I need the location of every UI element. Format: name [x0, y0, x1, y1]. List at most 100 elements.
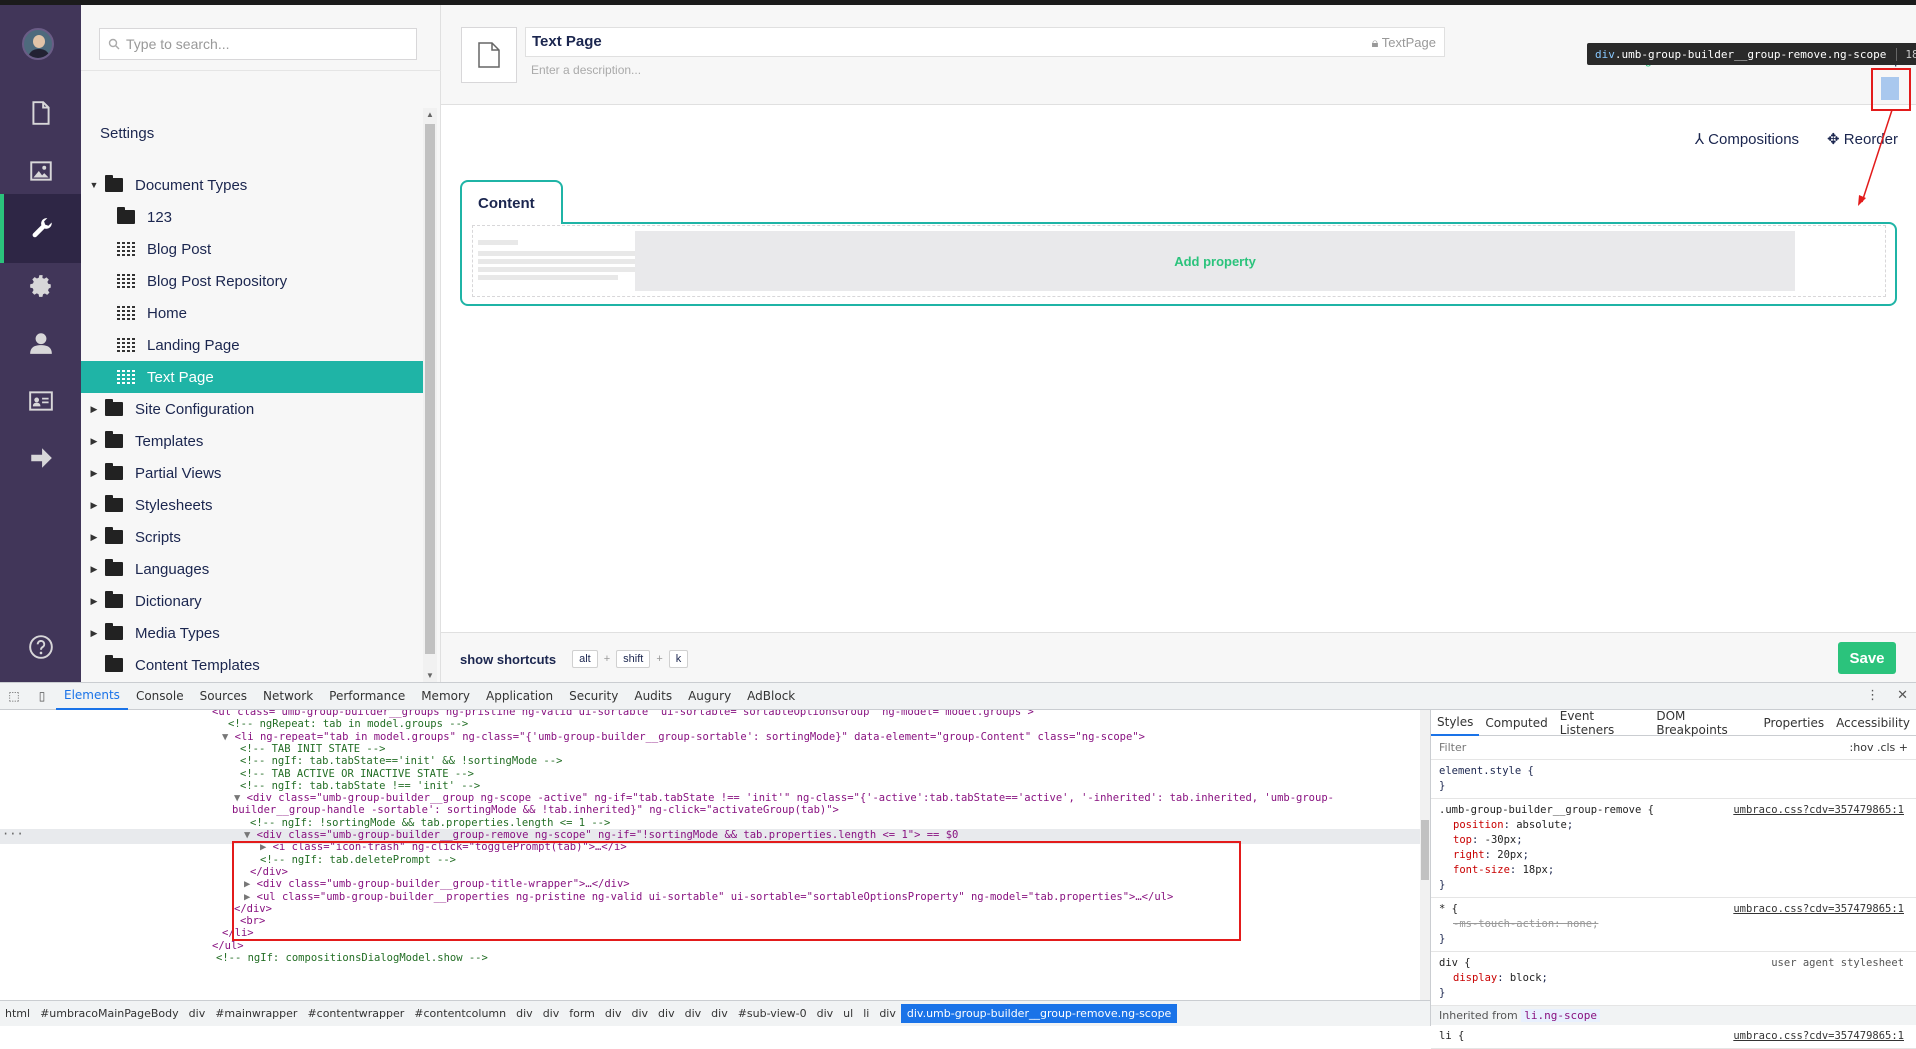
- tree-item[interactable]: 123: [81, 201, 423, 233]
- caret-right-icon[interactable]: ▶: [89, 436, 99, 447]
- css-declaration[interactable]: font-size: 18px;: [1439, 863, 1908, 878]
- inspect-icon[interactable]: ⬚: [0, 683, 28, 710]
- breadcrumb-item[interactable]: div: [653, 1007, 680, 1020]
- tree-item[interactable]: ▶ Partial Views: [81, 457, 423, 489]
- breadcrumb-item[interactable]: ul: [838, 1007, 858, 1020]
- devtools-tab[interactable]: Augury: [680, 683, 739, 710]
- breadcrumb-item[interactable]: div: [538, 1007, 565, 1020]
- breadcrumb-item[interactable]: div: [680, 1007, 707, 1020]
- css-declaration[interactable]: top: -30px;: [1439, 833, 1908, 848]
- tree-search-input[interactable]: Type to search...: [99, 28, 417, 60]
- styles-subtab[interactable]: Computed: [1479, 710, 1553, 736]
- devtools-tab[interactable]: Memory: [413, 683, 478, 710]
- caret-right-icon[interactable]: ▶: [89, 468, 99, 479]
- devtools-tab[interactable]: Security: [561, 683, 626, 710]
- tree-item[interactable]: ▶ Scripts: [81, 521, 423, 553]
- caret-right-icon[interactable]: ▶: [89, 500, 99, 511]
- compositions-button[interactable]: ⅄ Compositions: [1695, 130, 1799, 149]
- expand-down-icon[interactable]: ▼: [222, 731, 235, 743]
- breadcrumb-item[interactable]: div: [511, 1007, 538, 1020]
- close-icon[interactable]: ✕: [1897, 688, 1908, 703]
- add-property-button[interactable]: Add property: [635, 231, 1795, 291]
- stylesheet-link[interactable]: umbraco.css?cdv=357479865:1: [1733, 803, 1904, 818]
- styles-subtab[interactable]: Styles: [1431, 710, 1480, 736]
- css-declaration[interactable]: right: 20px;: [1439, 848, 1908, 863]
- breadcrumb-item[interactable]: #mainwrapper: [210, 1007, 302, 1020]
- tree-item[interactable]: ▶ Stylesheets: [81, 489, 423, 521]
- breadcrumb-item[interactable]: form: [564, 1007, 600, 1020]
- device-toggle-icon[interactable]: ▯: [28, 683, 56, 710]
- caret-right-icon[interactable]: ▶: [89, 628, 99, 639]
- breadcrumb-item[interactable]: html: [0, 1007, 35, 1020]
- breadcrumb-item[interactable]: #contentwrapper: [302, 1007, 409, 1020]
- elements-scrollbar[interactable]: [1420, 710, 1430, 1000]
- nav-forms[interactable]: [0, 423, 81, 492]
- tree-item[interactable]: Home: [81, 297, 423, 329]
- breadcrumb-item[interactable]: #contentcolumn: [409, 1007, 511, 1020]
- filter-tools[interactable]: :hov .cls +: [1850, 741, 1908, 754]
- styles-subtab[interactable]: Accessibility: [1830, 710, 1916, 736]
- tree-item[interactable]: ▶ Templates: [81, 425, 423, 457]
- description-input[interactable]: Enter a description...: [531, 63, 641, 77]
- node-menu-icon[interactable]: ···: [2, 827, 24, 841]
- stylesheet-link[interactable]: umbraco.css?cdv=357479865:1: [1733, 1029, 1904, 1044]
- caret-down-icon[interactable]: ▼: [89, 180, 99, 190]
- tree-item[interactable]: ▶ Dictionary: [81, 585, 423, 617]
- save-button[interactable]: Save: [1838, 642, 1896, 674]
- doctype-alias[interactable]: 🔒︎ TextPage: [1371, 35, 1436, 51]
- li-rule: li { umbraco.css?cdv=357479865:1: [1431, 1025, 1916, 1049]
- devtools-tab[interactable]: Network: [255, 683, 321, 710]
- caret-right-icon[interactable]: ▶: [89, 564, 99, 575]
- stylesheet-link[interactable]: umbraco.css?cdv=357479865:1: [1733, 902, 1904, 917]
- shortcuts[interactable]: show shortcuts alt + shift + k: [460, 650, 694, 668]
- scroll-down-icon[interactable]: ▼: [426, 671, 434, 680]
- styles-filter[interactable]: Filter :hov .cls +: [1431, 736, 1916, 760]
- doctype-icon-picker[interactable]: [461, 27, 517, 83]
- breadcrumb-current[interactable]: div.umb-group-builder__group-remove.ng-s…: [900, 1004, 1178, 1023]
- tree-item[interactable]: Content Templates: [81, 649, 423, 681]
- dom-node-line[interactable]: <!-- ngIf: compositionsDialogModel.show …: [216, 951, 488, 966]
- breadcrumb-item[interactable]: li: [858, 1007, 874, 1020]
- tree-item[interactable]: ▼ Document Types: [81, 169, 423, 201]
- breadcrumb-item[interactable]: div: [706, 1007, 733, 1020]
- scroll-up-icon[interactable]: ▲: [426, 110, 434, 119]
- user-avatar[interactable]: [22, 28, 54, 60]
- breadcrumb-item[interactable]: div: [874, 1007, 901, 1020]
- tree-item[interactable]: Blog Post: [81, 233, 423, 265]
- breadcrumb-item[interactable]: div: [626, 1007, 653, 1020]
- tree-item[interactable]: ▶ Languages: [81, 553, 423, 585]
- devtools-tab[interactable]: AdBlock: [739, 683, 803, 710]
- tree-item-label: Partial Views: [135, 464, 222, 482]
- breadcrumb-item[interactable]: #umbracoMainPageBody: [35, 1007, 184, 1020]
- tab-content[interactable]: Content: [460, 180, 563, 224]
- caret-right-icon[interactable]: ▶: [89, 596, 99, 607]
- devtools-tab[interactable]: Elements: [56, 683, 128, 710]
- styles-subtab[interactable]: Properties: [1758, 710, 1831, 736]
- tree-item[interactable]: ▶ Site Configuration: [81, 393, 423, 425]
- tree-item[interactable]: Blog Post Repository: [81, 265, 423, 297]
- doctype-name-input[interactable]: Text Page 🔒︎ TextPage: [525, 27, 1445, 57]
- css-declaration[interactable]: position: absolute;: [1439, 818, 1908, 833]
- devtools-tab[interactable]: Sources: [192, 683, 255, 710]
- devtools-tab[interactable]: Audits: [626, 683, 680, 710]
- caret-right-icon[interactable]: ▶: [89, 404, 99, 415]
- devtools-tab[interactable]: Console: [128, 683, 192, 710]
- breadcrumb-item[interactable]: div: [600, 1007, 627, 1020]
- devtools-tab[interactable]: Performance: [321, 683, 413, 710]
- breadcrumb-item[interactable]: #sub-view-0: [733, 1007, 812, 1020]
- expand-down-icon[interactable]: ▼: [244, 829, 257, 841]
- devtools-tab[interactable]: Application: [478, 683, 561, 710]
- tree-item[interactable]: ▶ Media Types: [81, 617, 423, 649]
- tree-panel: Type to search... Settings ▼ Document Typ…: [81, 5, 441, 682]
- nav-help[interactable]: [0, 612, 81, 681]
- more-icon[interactable]: ⋮: [1866, 688, 1879, 703]
- tree-item[interactable]: Landing Page: [81, 329, 423, 361]
- tree-item[interactable]: Text Page: [81, 361, 423, 393]
- tree-scrollbar[interactable]: ▲ ▼: [423, 108, 437, 682]
- breadcrumb-item[interactable]: div: [184, 1007, 211, 1020]
- breadcrumb-item[interactable]: div: [812, 1007, 839, 1020]
- styles-subtab[interactable]: DOM Breakpoints: [1650, 709, 1757, 737]
- caret-right-icon[interactable]: ▶: [89, 532, 99, 543]
- styles-subtab[interactable]: Event Listeners: [1554, 709, 1651, 737]
- expand-down-icon[interactable]: ▼: [234, 792, 247, 804]
